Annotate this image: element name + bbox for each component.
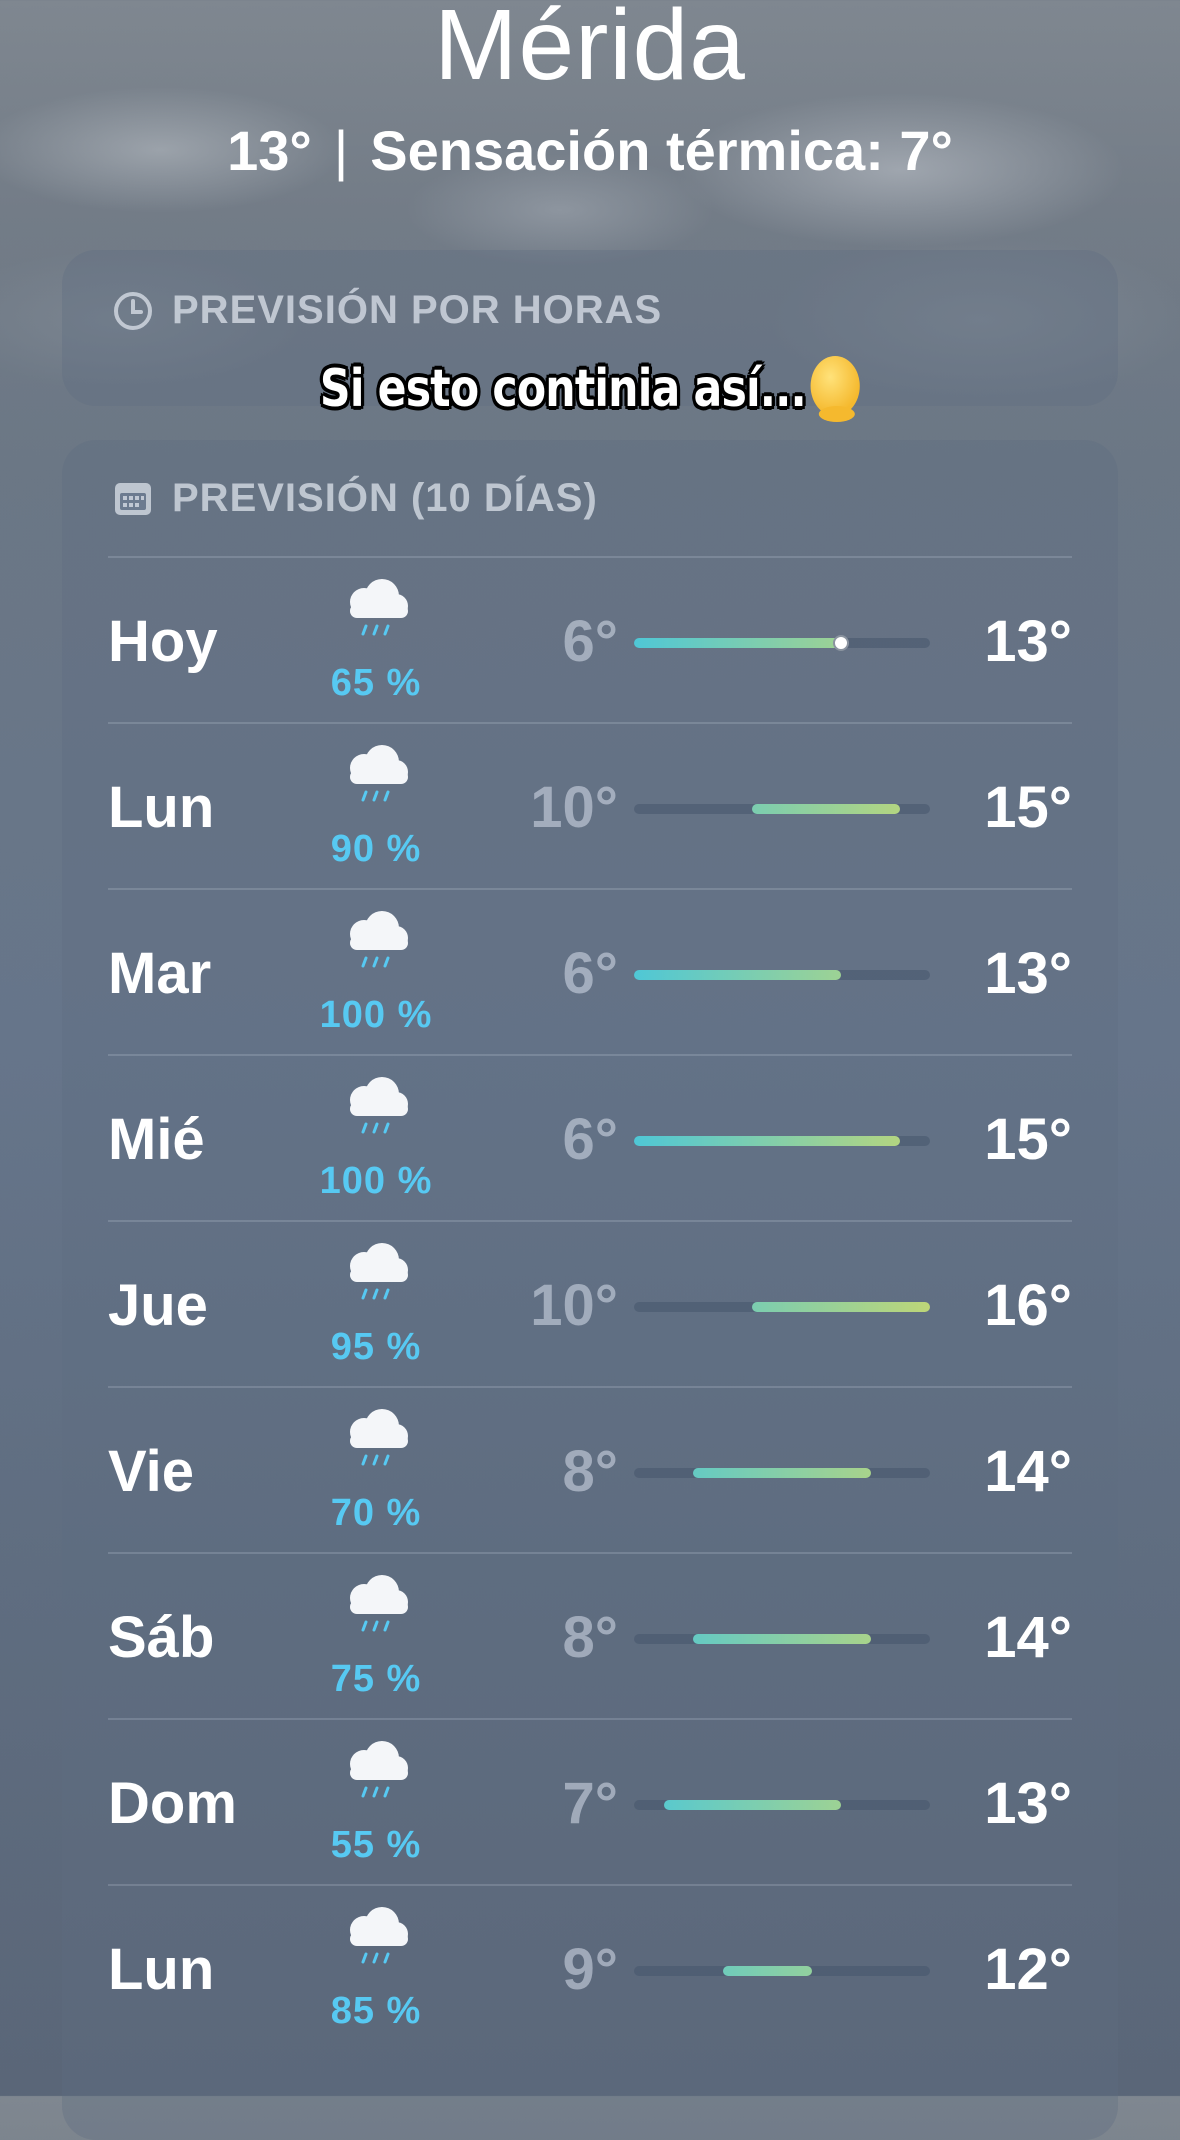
low-temp: 8° <box>562 1605 618 1670</box>
temp-range-track <box>634 635 930 651</box>
forecast-row[interactable]: Vie 70 % 8° 14° <box>108 1386 1072 1552</box>
forecast-day: Hoy <box>108 609 218 674</box>
high-temp: 12° <box>984 1937 1072 2002</box>
forecast-day: Lun <box>108 1937 215 2002</box>
temp-range-track <box>634 970 930 980</box>
daily-forecast-title: PREVISIÓN (10 DÍAS) <box>172 476 598 520</box>
forecast-row[interactable]: Lun 85 % 9° 12° <box>108 1884 1072 2050</box>
video-caption-overlay: Si esto continia así... <box>106 356 1074 422</box>
hourly-forecast-header: PREVISIÓN POR HORAS <box>112 288 662 333</box>
high-temp: 14° <box>984 1439 1072 1504</box>
high-temp: 15° <box>984 775 1072 840</box>
rain-cloud-icon <box>350 1741 408 1798</box>
forecast-day: Mié <box>108 1107 205 1172</box>
daily-forecast-header: PREVISIÓN (10 DÍAS) <box>112 476 598 521</box>
current-conditions: 13° | Sensación térmica: 7° <box>0 118 1180 183</box>
temp-range-bar <box>752 1302 930 1312</box>
high-temp: 13° <box>984 609 1072 674</box>
temp-range-bar <box>752 804 901 814</box>
high-temp: 15° <box>984 1107 1072 1172</box>
hourly-forecast-title: PREVISIÓN POR HORAS <box>172 288 663 332</box>
rain-cloud-icon <box>350 911 408 968</box>
temp-range-bar <box>663 1800 842 1810</box>
low-temp: 7° <box>562 1771 618 1836</box>
forecast-row[interactable]: Dom 55 % 7° 13° <box>108 1718 1072 1884</box>
forecast-day: Mar <box>108 941 212 1006</box>
temp-range-track <box>634 1468 930 1478</box>
melting-face-emoji-icon <box>810 356 861 422</box>
forecast-row[interactable]: Hoy 65 % 6° 13° <box>108 556 1072 722</box>
low-temp: 10° <box>530 775 618 840</box>
daily-forecast-list: Hoy 65 % 6° 13° Lun 90 % 10° 15° Mar 100… <box>62 556 1118 2050</box>
rain-cloud-icon <box>350 1409 408 1466</box>
forecast-day: Jue <box>108 1273 208 1338</box>
temp-range-bar <box>693 1634 871 1644</box>
rain-cloud-icon <box>350 1575 408 1632</box>
forecast-row[interactable]: Sáb 75 % 8° 14° <box>108 1552 1072 1718</box>
temp-range-track <box>634 804 930 814</box>
low-temp: 8° <box>562 1439 618 1504</box>
temp-range-bar <box>634 970 842 980</box>
rain-cloud-icon <box>350 1243 408 1300</box>
temp-range-bar <box>693 1468 871 1478</box>
low-temp: 9° <box>562 1937 618 2002</box>
separator: | <box>333 119 349 182</box>
current-temp: 13° <box>227 119 312 182</box>
daily-forecast-card[interactable]: PREVISIÓN (10 DÍAS) Hoy 65 % 6° 13° Lun <box>62 440 1118 2140</box>
low-temp: 6° <box>562 1107 618 1172</box>
temp-range-bar <box>634 1136 901 1146</box>
rain-cloud-icon <box>350 579 408 636</box>
current-temp-indicator <box>833 635 850 651</box>
high-temp: 13° <box>984 941 1072 1006</box>
forecast-day: Lun <box>108 775 215 840</box>
feels-like: Sensación térmica: 7° <box>370 119 953 182</box>
forecast-day: Dom <box>108 1771 237 1836</box>
temp-range-track <box>634 1966 930 1976</box>
low-temp: 10° <box>530 1273 618 1338</box>
forecast-row[interactable]: Jue 95 % 10° 16° <box>108 1220 1072 1386</box>
temp-range-track <box>634 1634 930 1644</box>
calendar-icon <box>115 482 151 515</box>
rain-cloud-icon <box>350 1077 408 1134</box>
rain-cloud-icon <box>350 1907 408 1964</box>
city-name: Mérida <box>434 0 746 101</box>
temp-range-track <box>634 1136 930 1146</box>
temp-range-track <box>634 1800 930 1810</box>
high-temp: 16° <box>984 1273 1072 1338</box>
temp-range-bar <box>722 1966 812 1976</box>
high-temp: 14° <box>984 1605 1072 1670</box>
forecast-row[interactable]: Mar 100 % 6° 13° <box>108 888 1072 1054</box>
temp-range-track <box>634 1302 930 1312</box>
low-temp: 6° <box>562 609 618 674</box>
forecast-day: Sáb <box>108 1605 215 1670</box>
low-temp: 6° <box>562 941 618 1006</box>
clock-icon <box>114 291 152 330</box>
rain-cloud-icon <box>350 745 408 802</box>
high-temp: 13° <box>984 1771 1072 1836</box>
forecast-row[interactable]: Lun 90 % 10° 15° <box>108 722 1072 888</box>
caption-text: Si esto continia así... <box>319 359 807 419</box>
forecast-day: Vie <box>108 1439 195 1504</box>
temp-range-bar <box>634 638 842 648</box>
forecast-row[interactable]: Mié 100 % 6° 15° <box>108 1054 1072 1220</box>
